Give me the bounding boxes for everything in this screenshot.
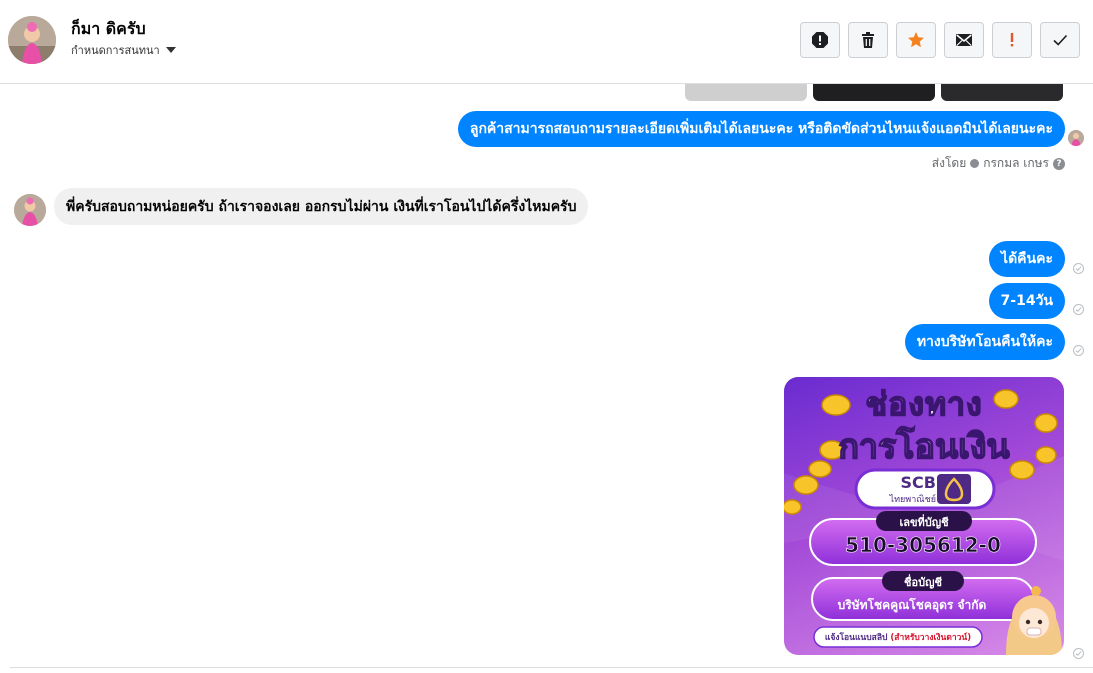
- conversation-settings-dropdown[interactable]: กำหนดการสนทนา: [71, 41, 176, 59]
- message-text: ลูกค้าสามารถสอบถามรายละเอียดเพิ่มเติมได้…: [469, 121, 1053, 137]
- image-thumbnail[interactable]: [941, 84, 1063, 101]
- bank-name: ไทยพาณิชย์: [889, 495, 936, 505]
- mark-done-button[interactable]: [1040, 22, 1080, 58]
- avatar-image: [8, 16, 56, 64]
- contact-message-avatar[interactable]: [14, 194, 46, 226]
- toolbar: [800, 22, 1080, 58]
- contact-name[interactable]: ก็มา ดิครับ: [71, 17, 146, 42]
- message-text: 7-14วัน: [1000, 293, 1053, 309]
- mark-unread-icon: [956, 34, 972, 46]
- poster-footer-note: (สำหรับวางเงินดาวน์): [890, 633, 972, 643]
- sent-by-prefix: ส่งโดย: [931, 156, 967, 170]
- account-name: บริษัทโชคคูณโชคอุดร จำกัด: [837, 598, 987, 612]
- account-number: 510-305612-0: [845, 533, 1001, 558]
- contact-avatar[interactable]: [8, 16, 56, 64]
- outgoing-message[interactable]: ทางบริษัทโอนคืนให้คะ: [904, 324, 1065, 360]
- sent-by-info: ส่งโดย กรกมล เกษร ?: [932, 154, 1065, 173]
- sent-status-icon: [1073, 648, 1084, 659]
- conversation-settings-label: กำหนดการสนทนา: [71, 44, 160, 57]
- sender-name[interactable]: กรกมล เกษร: [983, 154, 1049, 173]
- star-button[interactable]: [896, 22, 936, 58]
- outgoing-message[interactable]: 7-14วัน: [988, 283, 1065, 319]
- incoming-message[interactable]: พี่ครับสอบถามหน่อยครับ ถ้าเราจองเลย ออกร…: [54, 188, 589, 225]
- poster-title-line2: การโอนเงิน: [838, 426, 1011, 468]
- image-thumbnail[interactable]: [813, 84, 935, 101]
- caret-down-icon: [165, 47, 176, 53]
- message-text: ได้คืนคะ: [1001, 251, 1053, 267]
- star-icon: [908, 32, 924, 48]
- mark-important-icon: [1010, 33, 1014, 47]
- outgoing-message[interactable]: ลูกค้าสามารถสอบถามรายละเอียดเพิ่มเติมได้…: [457, 111, 1065, 147]
- previous-image-thumbnails: [685, 84, 1063, 101]
- account-label: เลขที่บัญชี: [899, 516, 949, 529]
- verified-dot-icon: [970, 159, 980, 168]
- mark-unread-button[interactable]: [944, 22, 984, 58]
- seen-avatar: [1068, 130, 1084, 146]
- outgoing-message[interactable]: ได้คืนคะ: [989, 241, 1065, 277]
- trash-icon: [862, 32, 874, 48]
- seen-avatar-image: [1068, 130, 1084, 146]
- report-spam-icon: [812, 32, 828, 48]
- avatar-image: [14, 194, 46, 226]
- message-text: พี่ครับสอบถามหน่อยครับ ถ้าเราจองเลย ออกร…: [66, 198, 577, 215]
- done-check-icon: [1053, 34, 1068, 46]
- conversation-header: ก็มา ดิครับ กำหนดการสนทนา: [0, 0, 1093, 84]
- image-thumbnail[interactable]: [685, 84, 807, 101]
- report-spam-button[interactable]: [800, 22, 840, 58]
- sent-status-icon: [1073, 263, 1084, 274]
- sent-status-icon: [1073, 304, 1084, 315]
- message-text: ทางบริษัทโอนคืนให้คะ: [916, 334, 1053, 350]
- poster-footer: แจ้งโอนแนบสลิป (สำหรับวางเงินดาวน์): [814, 630, 982, 644]
- delete-button[interactable]: [848, 22, 888, 58]
- mark-important-button[interactable]: [992, 22, 1032, 58]
- bank-code: SCB: [900, 473, 936, 492]
- poster-footer-prefix: แจ้งโอนแนบสลิป: [824, 633, 891, 643]
- composer-divider: [10, 667, 1093, 668]
- sent-status-icon: [1073, 345, 1084, 356]
- account-name-label: ชื่อบัญชี: [904, 576, 942, 589]
- help-icon[interactable]: ?: [1053, 157, 1065, 170]
- bank-transfer-poster-image[interactable]: ช่องทาง การโอนเงิน SCB ไทยพาณิชย์ เลขที่…: [784, 377, 1064, 655]
